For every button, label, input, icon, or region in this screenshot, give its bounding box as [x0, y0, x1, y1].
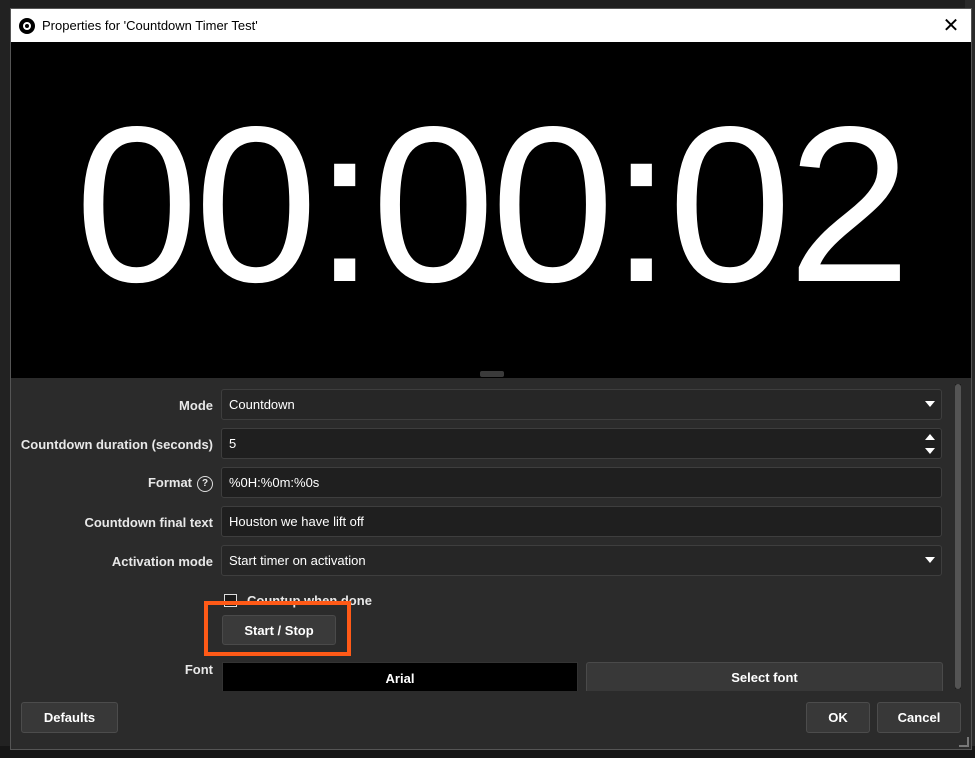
format-label-row: Format?	[148, 475, 213, 492]
annotation-highlight-box	[204, 601, 351, 656]
format-input[interactable]: %0H:%0m:%0s	[221, 467, 942, 498]
dialog-title: Properties for 'Countdown Timer Test'	[42, 18, 258, 33]
chevron-down-icon	[925, 401, 935, 407]
duration-label: Countdown duration (seconds)	[20, 437, 213, 452]
properties-dialog: Properties for 'Countdown Timer Test' ✕ …	[10, 8, 972, 750]
select-font-button[interactable]: Select font	[586, 662, 943, 691]
timer-preview: 00:00:02	[11, 42, 971, 378]
activation-mode-select[interactable]: Start timer on activation	[221, 545, 942, 576]
chevron-down-icon	[925, 557, 935, 563]
defaults-button[interactable]: Defaults	[21, 702, 118, 733]
activation-mode-label: Activation mode	[111, 554, 213, 569]
obs-app-icon	[19, 17, 35, 34]
spinner-arrows[interactable]	[924, 432, 936, 456]
properties-panel: Mode Countdown Countdown duration (secon…	[11, 379, 971, 691]
format-label: Format	[147, 475, 192, 490]
font-preview: Arial	[222, 662, 578, 691]
background-app-left	[0, 0, 10, 758]
properties-scrollbar[interactable]	[955, 384, 961, 689]
mode-value: Countdown	[229, 397, 295, 412]
final-text-value: Houston we have lift off	[229, 514, 364, 529]
final-text-label: Countdown final text	[84, 515, 213, 530]
preview-splitter-handle[interactable]	[480, 371, 504, 377]
ok-button[interactable]: OK	[806, 702, 870, 733]
scrollbar-thumb[interactable]	[955, 384, 961, 689]
duration-value: 5	[229, 436, 237, 451]
close-button[interactable]: ✕	[939, 13, 963, 37]
resize-grip-icon[interactable]	[959, 737, 969, 747]
mode-label: Mode	[179, 398, 213, 413]
cancel-button[interactable]: Cancel	[877, 702, 961, 733]
duration-spinbox[interactable]: 5	[221, 428, 942, 459]
activation-mode-value: Start timer on activation	[229, 553, 366, 568]
help-icon[interactable]: ?	[197, 475, 213, 492]
spin-down-icon[interactable]	[925, 448, 935, 454]
timer-display: 00:00:02	[74, 81, 911, 329]
format-value: %0H:%0m:%0s	[229, 475, 320, 490]
mode-select[interactable]: Countdown	[221, 389, 942, 420]
title-bar: Properties for 'Countdown Timer Test' ✕	[11, 9, 971, 42]
spin-up-icon[interactable]	[925, 434, 935, 440]
final-text-input[interactable]: Houston we have lift off	[221, 506, 942, 537]
font-label: Font	[184, 662, 213, 677]
